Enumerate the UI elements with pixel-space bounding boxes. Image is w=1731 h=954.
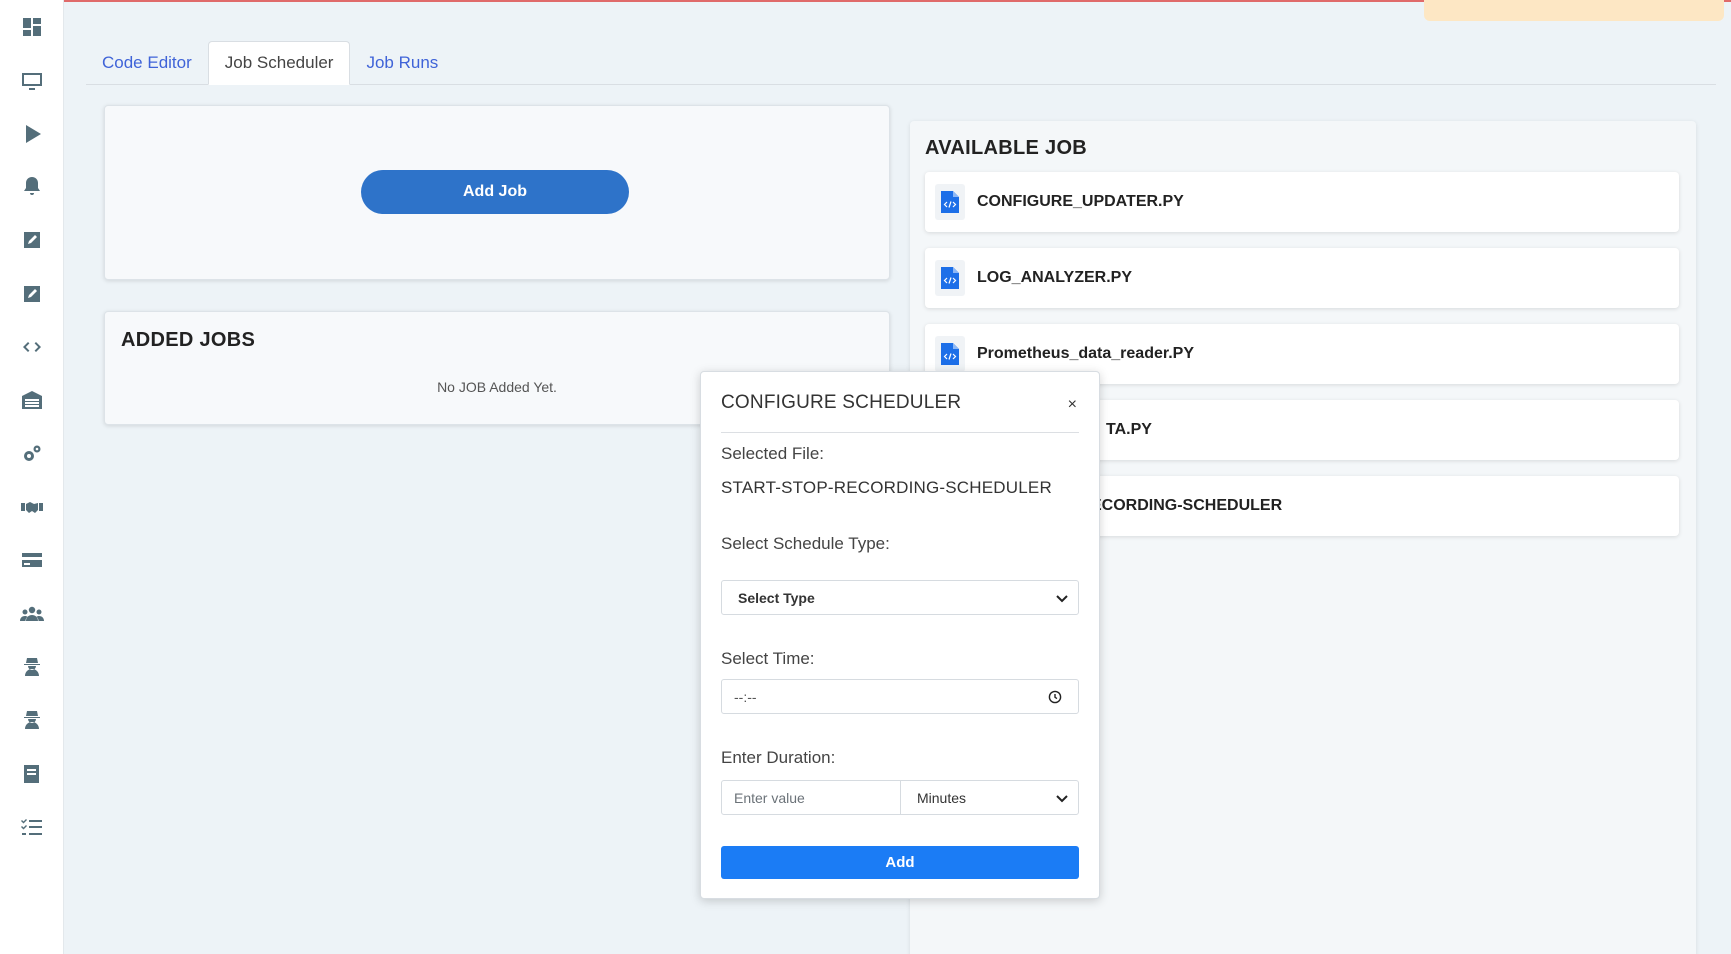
job-item[interactable]: LOG_ANALYZER.PY [925,248,1679,308]
job-item[interactable]: CONFIGURE_UPDATER.PY [925,172,1679,232]
edit-square-icon[interactable] [16,224,48,256]
duration-placeholder: Enter value [734,789,805,806]
code-file-icon [935,260,965,296]
tab-job-runs[interactable]: Job Runs [350,41,454,85]
duration-unit-value: Minutes [917,789,967,806]
handshake-icon[interactable] [16,491,48,523]
duration-label: Enter Duration: [721,748,836,767]
schedule-type-value: Select Type [738,589,815,606]
close-icon[interactable]: × [1068,396,1077,414]
job-name: ECORDING-SCHEDULER [1091,497,1283,514]
play-icon[interactable] [16,118,48,150]
selected-file-value: START-STOP-RECORDING-SCHEDULER [721,478,1052,497]
add-job-panel: Add Job [104,105,890,280]
modal-divider [721,432,1079,433]
sidebar [0,0,64,954]
edit-square-icon[interactable] [16,278,48,310]
job-name: LOG_ANALYZER.PY [977,269,1132,286]
duration-unit-select[interactable]: Minutes [900,780,1079,815]
time-value: --:-- [734,688,757,705]
modal-title: CONFIGURE SCHEDULER [721,392,962,413]
credit-card-icon[interactable] [16,544,48,576]
selected-file-label: Selected File: [721,444,824,463]
bell-icon[interactable] [16,171,48,203]
available-jobs-title: AVAILABLE JOB [925,137,1088,159]
top-notification-banner [1424,0,1724,21]
job-name: CONFIGURE_UPDATER.PY [977,193,1184,210]
clock-icon[interactable] [1048,690,1062,707]
code-file-icon [935,336,965,372]
user-secret-icon[interactable] [16,651,48,683]
job-name: Prometheus_data_reader.PY [977,345,1194,362]
gears-icon[interactable] [16,438,48,470]
tasks-list-icon[interactable] [16,811,48,843]
chevron-down-icon [1054,790,1070,809]
add-job-button[interactable]: Add Job [361,170,629,214]
time-input[interactable]: --:-- [721,679,1079,714]
tab-job-scheduler[interactable]: Job Scheduler [207,41,351,85]
configure-scheduler-modal: CONFIGURE SCHEDULER × Selected File: STA… [700,371,1100,899]
code-icon[interactable] [16,331,48,363]
book-icon[interactable] [16,758,48,790]
added-jobs-title: ADDED JOBS [121,329,256,351]
code-file-icon [935,184,965,220]
time-label: Select Time: [721,649,815,668]
schedule-type-label: Select Schedule Type: [721,534,890,553]
schedule-type-select[interactable]: Select Type [721,580,1079,615]
warehouse-icon[interactable] [16,384,48,416]
job-name: TA.PY [1106,421,1152,438]
monitor-icon[interactable] [16,65,48,97]
dashboard-icon[interactable] [16,11,48,43]
tab-bar: Code Editor Job Scheduler Job Runs [86,41,454,85]
duration-input[interactable]: Enter value [721,780,901,815]
users-icon[interactable] [16,598,48,630]
user-secret-icon[interactable] [16,704,48,736]
tab-code-editor[interactable]: Code Editor [86,41,208,85]
add-schedule-button[interactable]: Add [721,846,1079,879]
chevron-down-icon [1054,590,1070,609]
